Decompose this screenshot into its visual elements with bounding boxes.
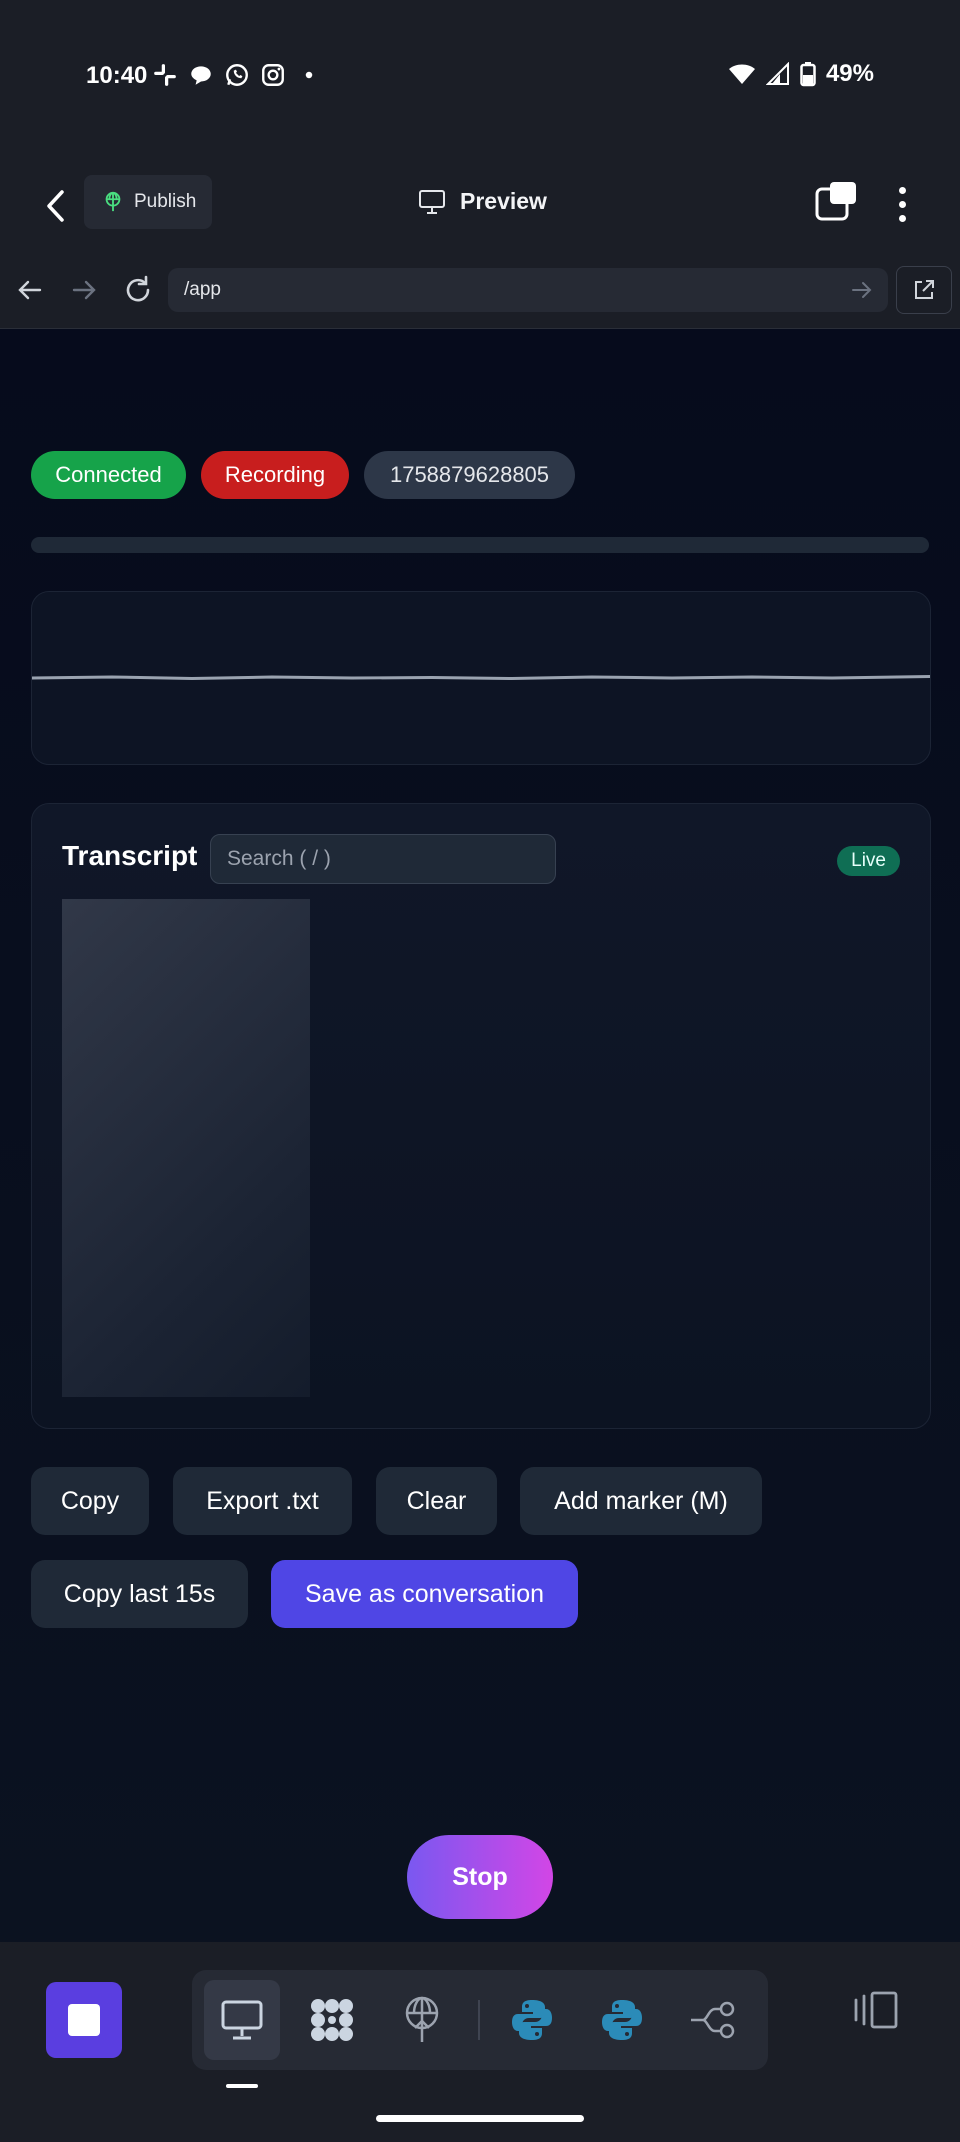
tabs-icon (815, 182, 856, 221)
python-icon (512, 2000, 552, 2040)
toolbar-divider (478, 2000, 480, 2040)
whatsapp-icon (226, 64, 248, 86)
external-link-icon (915, 280, 934, 299)
status-bar: 10:40 49% (0, 0, 960, 160)
monitor-icon (221, 2000, 263, 2040)
workflow-tool-button[interactable] (674, 1980, 750, 2060)
preview-title: Preview (418, 188, 547, 215)
instagram-icon (262, 64, 284, 86)
add-marker-button[interactable]: Add marker (M) (520, 1467, 762, 1535)
status-time: 10:40 (86, 62, 148, 89)
url-field[interactable]: /app (168, 268, 888, 312)
connected-badge: Connected (31, 451, 186, 499)
battery-icon (800, 62, 816, 87)
monitor-icon (419, 189, 445, 214)
publish-globe-icon (405, 1996, 439, 2042)
browser-bar: /app (0, 252, 960, 329)
reload-icon (126, 275, 150, 302)
app-header: Publish Preview (0, 160, 960, 253)
agent-nodes-icon (311, 1999, 353, 2041)
copy-button[interactable]: Copy (31, 1467, 149, 1535)
save-as-conversation-button[interactable]: Save as conversation (271, 1560, 578, 1628)
chat-bubble-icon (191, 66, 211, 85)
system-indicators: 49% (728, 60, 874, 88)
panel-toggle-icon (854, 1991, 898, 2029)
preview-label: Preview (460, 188, 547, 214)
notification-icons (152, 62, 322, 88)
stop-button[interactable]: Stop (407, 1835, 553, 1919)
tool-group (192, 1970, 768, 2070)
kebab-dot (898, 200, 906, 208)
wifi-icon (728, 64, 755, 84)
back-button[interactable] (36, 182, 76, 230)
export-txt-button[interactable]: Export .txt (173, 1467, 352, 1535)
transcript-search-input[interactable] (210, 834, 556, 884)
copy-last-15s-button[interactable]: Copy last 15s (31, 1560, 248, 1628)
bottom-toolbar (0, 1942, 960, 2142)
active-tab-indicator (226, 2084, 258, 2088)
chevron-left-icon (47, 190, 64, 222)
side-panel-button[interactable] (848, 1982, 904, 2038)
signal-icon (765, 62, 789, 85)
publish-tool-button[interactable] (384, 1980, 460, 2060)
publish-icon (105, 191, 121, 212)
workflow-branch-icon (691, 2001, 735, 2039)
publish-label: Publish (134, 191, 197, 212)
arrow-left-icon (18, 280, 42, 300)
nav-forward-button[interactable] (64, 270, 104, 310)
stop-square-icon (68, 2004, 100, 2036)
reload-button[interactable] (118, 270, 158, 310)
kebab-dot (898, 214, 906, 222)
more-options-button[interactable] (882, 180, 922, 228)
python-tool-button-2[interactable] (584, 1980, 660, 2060)
preview-tool-button[interactable] (204, 1980, 280, 2060)
stop-run-button[interactable] (46, 1982, 122, 2058)
recording-badge: Recording (201, 451, 349, 499)
live-badge: Live (837, 846, 900, 876)
go-arrow-icon[interactable] (850, 278, 874, 302)
tabs-button[interactable] (812, 180, 860, 228)
home-indicator (376, 2115, 584, 2122)
waveform-panel (31, 591, 931, 765)
python-tool-button-1[interactable] (494, 1980, 570, 2060)
battery-percent: 49% (825, 60, 874, 87)
kebab-dot (898, 186, 906, 194)
level-meter (31, 537, 929, 553)
arrow-right-icon (72, 280, 96, 300)
nav-back-button[interactable] (10, 270, 50, 310)
transcript-panel: Transcript Live (31, 803, 931, 1429)
publish-button[interactable]: Publish (84, 175, 212, 229)
open-external-button[interactable] (896, 266, 952, 314)
slack-icon (154, 64, 176, 86)
waveform (32, 675, 930, 681)
python-icon (602, 2000, 642, 2040)
transcript-title: Transcript (62, 840, 198, 871)
app-content: Connected Recording 1758879628805 Transc… (0, 329, 960, 1942)
nodes-tool-button[interactable] (294, 1980, 370, 2060)
session-id-badge: 1758879628805 (364, 451, 575, 499)
dot-icon (305, 71, 313, 79)
clear-button[interactable]: Clear (376, 1467, 497, 1535)
url-text: /app (184, 279, 221, 300)
transcript-loading-placeholder (62, 899, 310, 1397)
